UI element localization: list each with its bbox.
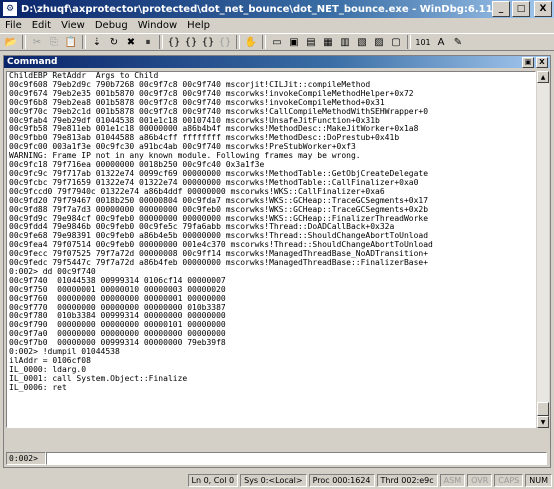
menu-help[interactable]: Help: [182, 20, 215, 31]
registers-window-icon[interactable]: ▦: [320, 34, 336, 50]
status-num: NUM: [525, 473, 552, 487]
call-stack-icon[interactable]: ▧: [354, 34, 370, 50]
menu-view[interactable]: View: [56, 20, 90, 31]
menu-edit[interactable]: Edit: [27, 20, 56, 31]
toolbar-separator: [159, 35, 163, 49]
menu-bar: File Edit View Debug Window Help: [0, 18, 554, 32]
status-process: Proc 000:1624: [308, 473, 375, 487]
status-ovr: OVR: [467, 473, 493, 487]
command-window-header: Command ▣ X: [4, 56, 550, 68]
stop-debugging-icon[interactable]: ✖: [123, 34, 139, 50]
status-system: Sys 0:<Local>: [240, 473, 307, 487]
command-window-icon[interactable]: ▭: [269, 34, 285, 50]
scroll-up-icon[interactable]: ▲: [537, 71, 549, 83]
paste-icon[interactable]: 📋: [63, 34, 79, 50]
font-icon[interactable]: A: [433, 34, 449, 50]
run-to-cursor-icon[interactable]: {}: [217, 34, 233, 50]
title-bar[interactable]: ⚙ D:\zhuqf\axprotector\protected\dot_net…: [0, 0, 554, 18]
cut-icon[interactable]: ✂: [29, 34, 45, 50]
step-over-icon[interactable]: {}: [183, 34, 199, 50]
menu-debug[interactable]: Debug: [90, 20, 133, 31]
toolbar-separator: [262, 35, 266, 49]
options-icon[interactable]: ✎: [450, 34, 466, 50]
open-icon[interactable]: 📂: [3, 34, 19, 50]
command-output[interactable]: ChildEBP RetAddr Args to Child 00c9f608 …: [6, 71, 536, 428]
command-input[interactable]: [46, 452, 547, 465]
status-thread: Thrd 002:e9c: [376, 473, 438, 487]
command-window-title: Command: [7, 57, 58, 67]
step-out-icon[interactable]: {}: [200, 34, 216, 50]
toolbar-separator: [82, 35, 86, 49]
break-icon[interactable]: ⏸: [140, 34, 156, 50]
minimize-button[interactable]: _: [492, 1, 510, 17]
menu-file[interactable]: File: [0, 20, 27, 31]
command-input-row: 0:002>: [6, 452, 547, 465]
toolbar-separator: [407, 35, 411, 49]
command-window: Command ▣ X ChildEBP RetAddr Args to Chi…: [3, 55, 551, 468]
status-position: Ln 0, Col 0: [187, 473, 239, 487]
scroll-down-icon[interactable]: ▼: [537, 416, 549, 428]
maximize-button[interactable]: □: [512, 1, 530, 17]
window-title: D:\zhuqf\axprotector\protected\dot_net_b…: [21, 3, 492, 15]
status-asm: ASM: [439, 473, 466, 487]
windbg-app-icon[interactable]: ⚙: [2, 1, 18, 17]
memory-window-icon[interactable]: ▥: [337, 34, 353, 50]
copy-icon[interactable]: ⎘: [46, 34, 62, 50]
toolbar: 📂 ✂ ⎘ 📋 ⇣ ↻ ✖ ⏸ {} {} {} {} ✋ ▭ ▣ ▤ ▦ ▥ …: [0, 33, 554, 51]
vertical-scrollbar[interactable]: ▲ ▼: [537, 71, 549, 428]
status-caps: CAPS: [494, 473, 524, 487]
scrollbar-thumb[interactable]: [537, 402, 549, 416]
go-icon[interactable]: ⇣: [89, 34, 105, 50]
dock-icon[interactable]: ▣: [522, 56, 534, 68]
close-pane-icon[interactable]: X: [536, 56, 548, 68]
watch-window-icon[interactable]: ▣: [286, 34, 302, 50]
source-mode-icon[interactable]: 101: [414, 34, 432, 50]
command-prompt: 0:002>: [6, 452, 46, 465]
menu-window[interactable]: Window: [133, 20, 182, 31]
status-bar: Ln 0, Col 0 Sys 0:<Local> Proc 000:1624 …: [0, 471, 554, 489]
close-button[interactable]: X: [534, 1, 552, 17]
locals-window-icon[interactable]: ▤: [303, 34, 319, 50]
breakpoint-icon[interactable]: ✋: [243, 34, 259, 50]
restart-icon[interactable]: ↻: [106, 34, 122, 50]
scratch-pad-icon[interactable]: ▢: [388, 34, 404, 50]
toolbar-separator: [22, 35, 26, 49]
step-into-icon[interactable]: {}: [166, 34, 182, 50]
toolbar-separator: [236, 35, 240, 49]
disassembly-icon[interactable]: ▨: [371, 34, 387, 50]
command-output-text: ChildEBP RetAddr Args to Child 00c9f608 …: [9, 71, 433, 392]
